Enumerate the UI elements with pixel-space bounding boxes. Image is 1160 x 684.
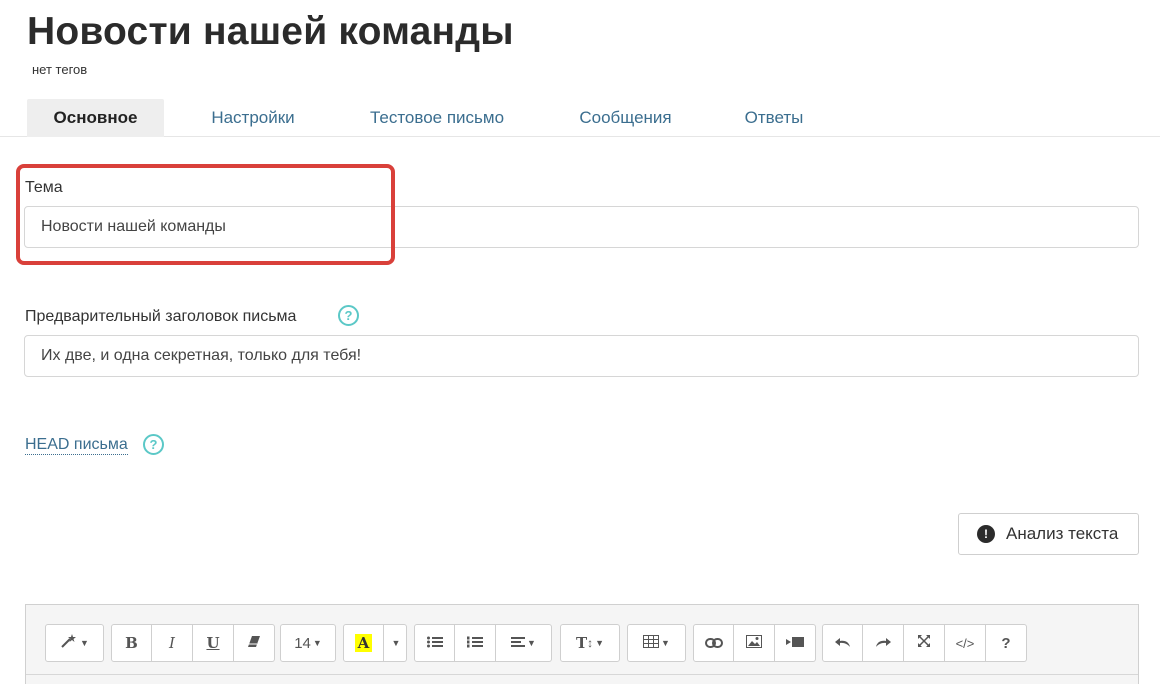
numbered-list-button[interactable] <box>455 624 496 662</box>
text-height-icon: T <box>575 634 588 652</box>
editor-help-button[interactable]: ? <box>986 624 1027 662</box>
tab-replies[interactable]: Ответы <box>730 99 818 137</box>
insert-group <box>693 624 816 662</box>
font-size-group: 14 ▼ <box>280 624 336 662</box>
exclamation-circle-icon: ! <box>977 525 995 543</box>
numbered-list-icon <box>467 635 483 652</box>
rich-text-editor: ▼ B I U 14 ▼ A ▼ ▼ T ↕ ▼ ▼ </> ? <box>25 604 1139 684</box>
style-group: ▼ <box>45 624 104 662</box>
fullscreen-button[interactable] <box>904 624 945 662</box>
expand-icon <box>917 634 931 652</box>
magic-wand-icon <box>60 633 78 653</box>
caret-icon: ▼ <box>312 638 322 648</box>
color-dropdown-button[interactable]: ▼ <box>384 624 407 662</box>
caret-icon: ▼ <box>80 638 89 648</box>
undo-icon <box>834 635 852 652</box>
text-size-group: T ↕ ▼ <box>560 624 620 662</box>
editor-toolbar: ▼ B I U 14 ▼ A ▼ ▼ T ↕ ▼ ▼ </> ? <box>26 605 1138 675</box>
font-size-value: 14 <box>294 634 311 652</box>
underline-button[interactable]: U <box>193 624 234 662</box>
caret-icon: ▼ <box>527 638 536 648</box>
misc-group: </> ? <box>822 624 1027 662</box>
insert-image-button[interactable] <box>734 624 775 662</box>
subject-input[interactable] <box>24 206 1139 248</box>
image-icon <box>746 634 762 652</box>
preheader-input[interactable] <box>24 335 1139 377</box>
up-down-arrow-icon: ↕ <box>587 636 594 650</box>
text-analysis-label: Анализ текста <box>1006 524 1119 543</box>
tab-main[interactable]: Основное <box>27 99 164 137</box>
caret-icon: ▼ <box>661 638 670 648</box>
link-icon <box>704 635 723 652</box>
caret-icon: ▼ <box>595 638 605 648</box>
redo-icon <box>874 635 892 652</box>
table-icon <box>643 634 660 652</box>
insert-link-button[interactable] <box>693 624 734 662</box>
highlight-letter-icon: A <box>354 634 373 652</box>
line-height-dropdown[interactable]: T ↕ ▼ <box>560 624 620 662</box>
preheader-help-icon[interactable]: ? <box>338 305 359 326</box>
tab-settings[interactable]: Настройки <box>188 99 318 137</box>
bullet-list-icon <box>426 635 443 652</box>
italic-button[interactable]: I <box>152 624 193 662</box>
eraser-icon <box>247 635 261 652</box>
table-dropdown[interactable]: ▼ <box>627 624 686 662</box>
code-view-button[interactable]: </> <box>945 624 986 662</box>
page-title: Новости нашей команды <box>27 10 514 53</box>
align-dropdown[interactable]: ▼ <box>496 624 552 662</box>
subject-label: Тема <box>25 179 63 196</box>
highlight-color-button[interactable]: A <box>343 624 384 662</box>
head-help-icon[interactable]: ? <box>143 434 164 455</box>
tab-messages[interactable]: Сообщения <box>563 99 688 137</box>
align-icon <box>511 635 526 652</box>
redo-button[interactable] <box>863 624 904 662</box>
color-group: A ▼ <box>343 624 407 662</box>
format-group: B I U <box>111 624 275 662</box>
eraser-button[interactable] <box>234 624 275 662</box>
bold-button[interactable]: B <box>111 624 152 662</box>
tags-label: нет тегов <box>32 62 88 77</box>
caret-icon: ▼ <box>391 638 401 648</box>
table-group: ▼ <box>627 624 686 662</box>
insert-video-button[interactable] <box>775 624 816 662</box>
tab-bar: Основное Настройки Тестовое письмо Сообщ… <box>0 99 1160 137</box>
text-analysis-button[interactable]: ! Анализ текста <box>958 513 1139 555</box>
head-link[interactable]: HEAD письма <box>25 436 128 455</box>
magic-wand-dropdown[interactable]: ▼ <box>45 624 104 662</box>
preheader-label: Предварительный заголовок письма <box>25 308 297 325</box>
bullet-list-button[interactable] <box>414 624 455 662</box>
list-group: ▼ <box>414 624 552 662</box>
tab-test-email[interactable]: Тестовое письмо <box>352 99 522 137</box>
undo-button[interactable] <box>822 624 863 662</box>
font-size-dropdown[interactable]: 14 ▼ <box>280 624 336 662</box>
video-icon <box>786 635 804 652</box>
